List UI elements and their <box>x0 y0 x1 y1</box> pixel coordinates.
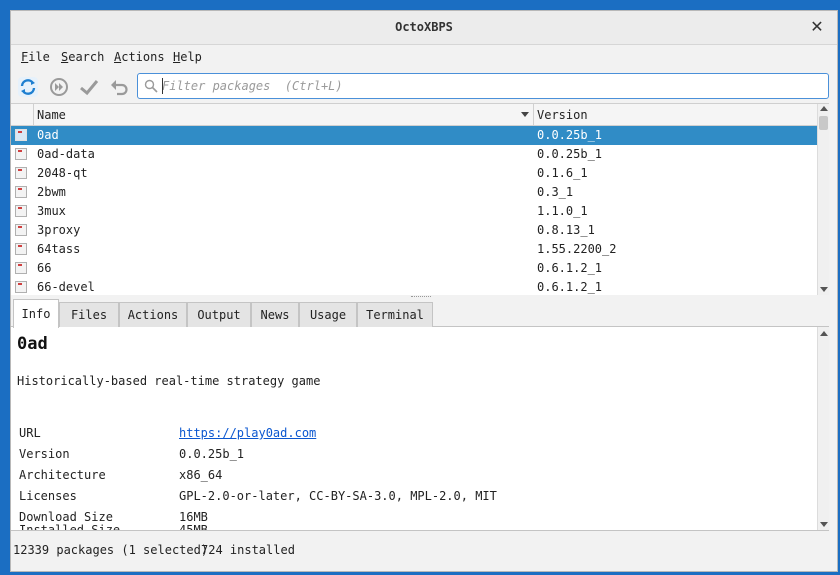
status-bar: 12339 packages (1 selected) 724 installe… <box>11 531 837 571</box>
info-key-download-size: Download Size <box>19 510 113 524</box>
package-row-version: 0.3_1 <box>537 185 574 199</box>
package-row-version: 1.55.2200_2 <box>537 242 617 256</box>
info-key-licenses: Licenses <box>19 489 77 503</box>
info-value-download-size: 16MB <box>179 510 208 524</box>
run-transaction-icon[interactable] <box>48 76 70 98</box>
package-row-version: 0.6.1.2_1 <box>537 280 603 294</box>
package-list-header: Name Version <box>11 104 817 126</box>
table-row[interactable]: 64tass 1.55.2200_2 <box>11 240 817 259</box>
commit-icon[interactable] <box>78 76 100 98</box>
package-row-name: 3mux <box>37 204 66 218</box>
package-count: 12339 packages (1 selected) <box>13 543 209 557</box>
menu-bar: File Search Actions Help <box>11 45 837 69</box>
table-row[interactable]: 2bwm 0.3_1 <box>11 183 817 202</box>
sync-icon[interactable] <box>17 76 39 98</box>
scroll-up-icon[interactable] <box>820 106 828 111</box>
info-key-architecture: Architecture <box>19 468 106 482</box>
table-row[interactable]: 0ad 0.0.25b_1 <box>11 126 817 145</box>
scroll-down-icon[interactable] <box>820 287 828 292</box>
main-window: OctoXBPS ✕ File Search Actions Help Filt… <box>10 10 838 572</box>
table-row[interactable]: 2048-qt 0.1.6_1 <box>11 164 817 183</box>
package-status-icon[interactable] <box>15 186 27 198</box>
info-value-installed-size: 45MB <box>179 523 208 531</box>
package-status-icon[interactable] <box>15 224 27 236</box>
splitter-grip-icon[interactable] <box>411 296 431 298</box>
scroll-up-icon[interactable] <box>820 331 828 336</box>
package-name: 0ad <box>17 334 48 354</box>
scroll-down-icon[interactable] <box>820 522 828 527</box>
package-status-icon[interactable] <box>15 243 27 255</box>
detail-tabs: Info Files Actions Output News Usage Ter… <box>11 299 829 328</box>
table-row[interactable]: 3proxy 0.8.13_1 <box>11 221 817 240</box>
toolbar <box>11 69 837 103</box>
package-description: Historically-based real-time strategy ga… <box>17 374 321 388</box>
column-header-name[interactable]: Name <box>37 108 66 122</box>
installed-count: 724 installed <box>201 543 295 557</box>
package-row-name: 66 <box>37 261 52 275</box>
package-status-icon[interactable] <box>15 262 27 274</box>
filter-packages-input[interactable] <box>162 77 822 95</box>
package-status-icon[interactable] <box>15 167 27 179</box>
info-value-version: 0.0.25b_1 <box>179 447 245 461</box>
package-row-name: 2048-qt <box>37 166 88 180</box>
package-status-icon[interactable] <box>15 148 27 160</box>
info-key-installed-size: Installed Size <box>19 523 121 531</box>
tab-actions[interactable]: Actions <box>119 302 187 327</box>
tab-info[interactable]: Info <box>13 299 59 328</box>
package-row-version: 0.6.1.2_1 <box>537 261 603 275</box>
column-separator[interactable] <box>533 104 534 126</box>
package-row-version: 1.1.0_1 <box>537 204 588 218</box>
package-row-version: 0.0.25b_1 <box>537 147 603 161</box>
package-row-name: 3proxy <box>37 223 81 237</box>
sort-descending-icon[interactable] <box>521 112 529 117</box>
column-header-version[interactable]: Version <box>537 108 588 122</box>
package-row-name: 64tass <box>37 242 81 256</box>
package-row-name: 0ad <box>37 128 59 142</box>
tab-output[interactable]: Output <box>187 302 251 327</box>
tab-terminal[interactable]: Terminal <box>357 302 433 327</box>
package-rows: 0ad 0.0.25b_1 0ad-data 0.0.25b_1 2048-qt 0.1.… <box>11 126 817 297</box>
menu-file[interactable]: File <box>21 50 50 64</box>
filter-packages-field[interactable] <box>137 73 829 99</box>
undo-icon[interactable] <box>108 76 130 98</box>
info-key-version: Version <box>19 447 70 461</box>
info-value-architecture: x86_64 <box>179 468 223 482</box>
package-row-name: 2bwm <box>37 185 66 199</box>
tab-news[interactable]: News <box>251 302 299 327</box>
package-list-scrollbar[interactable] <box>817 104 829 296</box>
info-value-licenses: GPL-2.0-or-later, CC-BY-SA-3.0, MPL-2.0,… <box>179 489 497 503</box>
package-url-link[interactable]: https://play0ad.com <box>179 426 316 440</box>
table-row[interactable]: 3mux 1.1.0_1 <box>11 202 817 221</box>
info-panel-scrollbar[interactable] <box>817 327 829 530</box>
package-list: Name Version 0ad 0.0.25b_1 0ad-data 0.0.25b… <box>11 103 829 297</box>
window-title: OctoXBPS <box>395 20 453 34</box>
package-row-version: 0.0.25b_1 <box>537 128 603 142</box>
text-caret <box>162 78 163 94</box>
scrollbar-thumb[interactable] <box>819 116 828 130</box>
package-status-icon[interactable] <box>15 129 27 141</box>
column-separator <box>33 104 34 126</box>
close-icon[interactable]: ✕ <box>807 17 827 37</box>
package-row-name: 66-devel <box>37 280 95 294</box>
package-row-name: 0ad-data <box>37 147 95 161</box>
tab-files[interactable]: Files <box>59 302 119 327</box>
package-row-version: 0.8.13_1 <box>537 223 595 237</box>
menu-help[interactable]: Help <box>173 50 202 64</box>
info-panel: 0ad Historically-based real-time strateg… <box>11 327 829 531</box>
menu-actions[interactable]: Actions <box>114 50 165 64</box>
package-row-version: 0.1.6_1 <box>537 166 588 180</box>
table-row[interactable]: 66 0.6.1.2_1 <box>11 259 817 278</box>
search-icon <box>144 79 158 93</box>
table-row[interactable]: 0ad-data 0.0.25b_1 <box>11 145 817 164</box>
info-key-url: URL <box>19 426 41 440</box>
menu-search[interactable]: Search <box>61 50 104 64</box>
package-status-icon[interactable] <box>15 205 27 217</box>
tab-usage[interactable]: Usage <box>299 302 357 327</box>
title-bar: OctoXBPS ✕ <box>11 11 837 45</box>
package-status-icon[interactable] <box>15 281 27 293</box>
